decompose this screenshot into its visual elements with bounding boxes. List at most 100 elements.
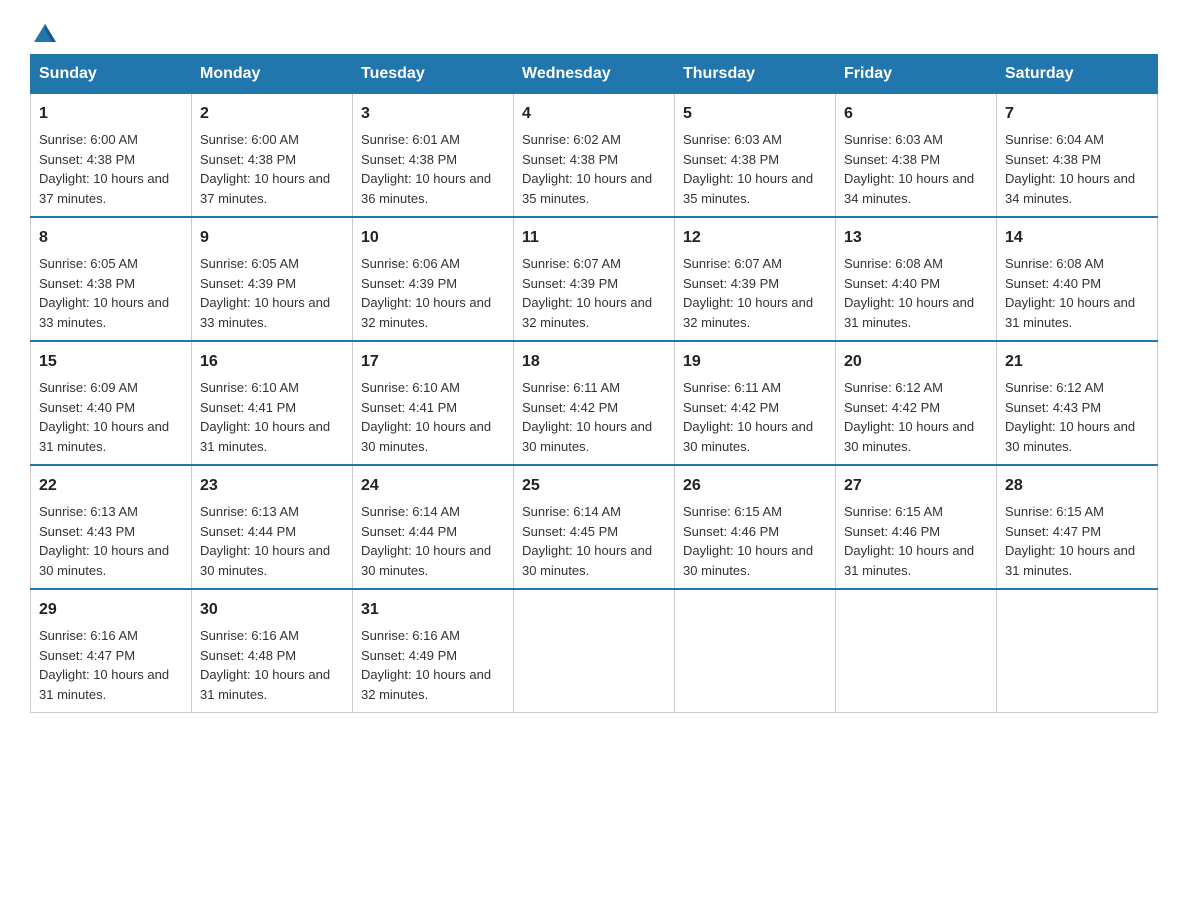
- day-number: 30: [200, 598, 344, 622]
- day-number: 6: [844, 102, 988, 126]
- calendar-day-cell: 2Sunrise: 6:00 AMSunset: 4:38 PMDaylight…: [192, 94, 353, 218]
- day-number: 18: [522, 350, 666, 374]
- calendar-day-cell: 15Sunrise: 6:09 AMSunset: 4:40 PMDayligh…: [31, 341, 192, 465]
- day-sunrise: Sunrise: 6:11 AMSunset: 4:42 PMDaylight:…: [683, 380, 813, 454]
- calendar-day-cell: 12 Sunrise: 6:07 AMSunset: 4:39 PMDayligh…: [675, 217, 836, 341]
- day-number: 19: [683, 350, 827, 374]
- day-sunrise: Sunrise: 6:05 AMSunset: 4:38 PMDaylight:…: [39, 256, 169, 330]
- calendar-day-cell: 13 Sunrise: 6:08 AMSunset: 4:40 PMDayligh…: [836, 217, 997, 341]
- calendar-day-cell: 24 Sunrise: 6:14 AMSunset: 4:44 PMDayligh…: [353, 465, 514, 589]
- calendar-day-cell: 29 Sunrise: 6:16 AMSunset: 4:47 PMDayligh…: [31, 589, 192, 713]
- calendar-day-cell: 23 Sunrise: 6:13 AMSunset: 4:44 PMDayligh…: [192, 465, 353, 589]
- calendar-day-cell: [675, 589, 836, 713]
- calendar-day-cell: 8 Sunrise: 6:05 AMSunset: 4:38 PMDaylight…: [31, 217, 192, 341]
- day-sunrise: Sunrise: 6:03 AMSunset: 4:38 PMDaylight:…: [844, 132, 974, 206]
- calendar-week-row: 8 Sunrise: 6:05 AMSunset: 4:38 PMDaylight…: [31, 217, 1158, 341]
- calendar-day-cell: 6 Sunrise: 6:03 AMSunset: 4:38 PMDaylight…: [836, 94, 997, 218]
- day-sunrise: Sunrise: 6:13 AMSunset: 4:43 PMDaylight:…: [39, 504, 169, 578]
- day-number: 23: [200, 474, 344, 498]
- header-friday: Friday: [836, 55, 997, 94]
- calendar-day-cell: 17 Sunrise: 6:10 AMSunset: 4:41 PMDayligh…: [353, 341, 514, 465]
- calendar-day-cell: 20Sunrise: 6:12 AMSunset: 4:42 PMDayligh…: [836, 341, 997, 465]
- header-thursday: Thursday: [675, 55, 836, 94]
- calendar-day-cell: 26 Sunrise: 6:15 AMSunset: 4:46 PMDayligh…: [675, 465, 836, 589]
- page-header: [30, 20, 1158, 44]
- day-number: 25: [522, 474, 666, 498]
- calendar-day-cell: 28 Sunrise: 6:15 AMSunset: 4:47 PMDayligh…: [997, 465, 1158, 589]
- day-sunrise: Sunrise: 6:09 AMSunset: 4:40 PMDaylight:…: [39, 380, 169, 454]
- calendar-day-cell: 11Sunrise: 6:07 AMSunset: 4:39 PMDayligh…: [514, 217, 675, 341]
- day-sunrise: Sunrise: 6:13 AMSunset: 4:44 PMDaylight:…: [200, 504, 330, 578]
- day-sunrise: Sunrise: 6:15 AMSunset: 4:47 PMDaylight:…: [1005, 504, 1135, 578]
- header-tuesday: Tuesday: [353, 55, 514, 94]
- day-number: 3: [361, 102, 505, 126]
- day-sunrise: Sunrise: 6:05 AMSunset: 4:39 PMDaylight:…: [200, 256, 330, 330]
- calendar-week-row: 15Sunrise: 6:09 AMSunset: 4:40 PMDayligh…: [31, 341, 1158, 465]
- calendar-day-cell: 1Sunrise: 6:00 AMSunset: 4:38 PMDaylight…: [31, 94, 192, 218]
- day-sunrise: Sunrise: 6:04 AMSunset: 4:38 PMDaylight:…: [1005, 132, 1135, 206]
- day-number: 13: [844, 226, 988, 250]
- day-sunrise: Sunrise: 6:16 AMSunset: 4:48 PMDaylight:…: [200, 628, 330, 702]
- day-number: 17: [361, 350, 505, 374]
- calendar-week-row: 29 Sunrise: 6:16 AMSunset: 4:47 PMDayligh…: [31, 589, 1158, 713]
- day-sunrise: Sunrise: 6:14 AMSunset: 4:45 PMDaylight:…: [522, 504, 652, 578]
- calendar-day-cell: 19 Sunrise: 6:11 AMSunset: 4:42 PMDayligh…: [675, 341, 836, 465]
- day-sunrise: Sunrise: 6:07 AMSunset: 4:39 PMDaylight:…: [683, 256, 813, 330]
- day-sunrise: Sunrise: 6:03 AMSunset: 4:38 PMDaylight:…: [683, 132, 813, 206]
- day-number: 31: [361, 598, 505, 622]
- day-number: 29: [39, 598, 183, 622]
- calendar-day-cell: 9Sunrise: 6:05 AMSunset: 4:39 PMDaylight…: [192, 217, 353, 341]
- day-sunrise: Sunrise: 6:14 AMSunset: 4:44 PMDaylight:…: [361, 504, 491, 578]
- day-number: 5: [683, 102, 827, 126]
- calendar-day-cell: 3 Sunrise: 6:01 AMSunset: 4:38 PMDaylight…: [353, 94, 514, 218]
- day-number: 22: [39, 474, 183, 498]
- day-number: 20: [844, 350, 988, 374]
- calendar-day-cell: 27Sunrise: 6:15 AMSunset: 4:46 PMDayligh…: [836, 465, 997, 589]
- day-number: 7: [1005, 102, 1149, 126]
- calendar-day-cell: 25 Sunrise: 6:14 AMSunset: 4:45 PMDayligh…: [514, 465, 675, 589]
- day-sunrise: Sunrise: 6:10 AMSunset: 4:41 PMDaylight:…: [200, 380, 330, 454]
- day-number: 28: [1005, 474, 1149, 498]
- day-sunrise: Sunrise: 6:16 AMSunset: 4:47 PMDaylight:…: [39, 628, 169, 702]
- day-sunrise: Sunrise: 6:15 AMSunset: 4:46 PMDaylight:…: [683, 504, 813, 578]
- logo: [30, 20, 58, 44]
- day-sunrise: Sunrise: 6:02 AMSunset: 4:38 PMDaylight:…: [522, 132, 652, 206]
- day-number: 2: [200, 102, 344, 126]
- calendar-day-cell: 30 Sunrise: 6:16 AMSunset: 4:48 PMDayligh…: [192, 589, 353, 713]
- day-number: 12: [683, 226, 827, 250]
- day-sunrise: Sunrise: 6:12 AMSunset: 4:43 PMDaylight:…: [1005, 380, 1135, 454]
- calendar-day-cell: 18 Sunrise: 6:11 AMSunset: 4:42 PMDayligh…: [514, 341, 675, 465]
- logo-icon: [32, 20, 58, 46]
- calendar-day-cell: 7 Sunrise: 6:04 AMSunset: 4:38 PMDaylight…: [997, 94, 1158, 218]
- day-sunrise: Sunrise: 6:01 AMSunset: 4:38 PMDaylight:…: [361, 132, 491, 206]
- calendar-day-cell: [997, 589, 1158, 713]
- day-number: 8: [39, 226, 183, 250]
- calendar-table: SundayMondayTuesdayWednesdayThursdayFrid…: [30, 54, 1158, 713]
- day-sunrise: Sunrise: 6:16 AMSunset: 4:49 PMDaylight:…: [361, 628, 491, 702]
- calendar-header-row: SundayMondayTuesdayWednesdayThursdayFrid…: [31, 55, 1158, 94]
- day-number: 24: [361, 474, 505, 498]
- day-number: 16: [200, 350, 344, 374]
- day-number: 1: [39, 102, 183, 126]
- calendar-day-cell: [514, 589, 675, 713]
- day-sunrise: Sunrise: 6:10 AMSunset: 4:41 PMDaylight:…: [361, 380, 491, 454]
- calendar-week-row: 22 Sunrise: 6:13 AMSunset: 4:43 PMDayligh…: [31, 465, 1158, 589]
- day-number: 26: [683, 474, 827, 498]
- day-number: 14: [1005, 226, 1149, 250]
- header-sunday: Sunday: [31, 55, 192, 94]
- calendar-day-cell: 21Sunrise: 6:12 AMSunset: 4:43 PMDayligh…: [997, 341, 1158, 465]
- calendar-day-cell: 14 Sunrise: 6:08 AMSunset: 4:40 PMDayligh…: [997, 217, 1158, 341]
- calendar-day-cell: 10Sunrise: 6:06 AMSunset: 4:39 PMDayligh…: [353, 217, 514, 341]
- day-number: 27: [844, 474, 988, 498]
- day-number: 4: [522, 102, 666, 126]
- day-sunrise: Sunrise: 6:08 AMSunset: 4:40 PMDaylight:…: [1005, 256, 1135, 330]
- day-sunrise: Sunrise: 6:11 AMSunset: 4:42 PMDaylight:…: [522, 380, 652, 454]
- day-number: 10: [361, 226, 505, 250]
- calendar-day-cell: 5 Sunrise: 6:03 AMSunset: 4:38 PMDaylight…: [675, 94, 836, 218]
- header-wednesday: Wednesday: [514, 55, 675, 94]
- day-sunrise: Sunrise: 6:08 AMSunset: 4:40 PMDaylight:…: [844, 256, 974, 330]
- calendar-day-cell: 22 Sunrise: 6:13 AMSunset: 4:43 PMDayligh…: [31, 465, 192, 589]
- day-number: 11: [522, 226, 666, 250]
- calendar-day-cell: [836, 589, 997, 713]
- calendar-day-cell: 16 Sunrise: 6:10 AMSunset: 4:41 PMDayligh…: [192, 341, 353, 465]
